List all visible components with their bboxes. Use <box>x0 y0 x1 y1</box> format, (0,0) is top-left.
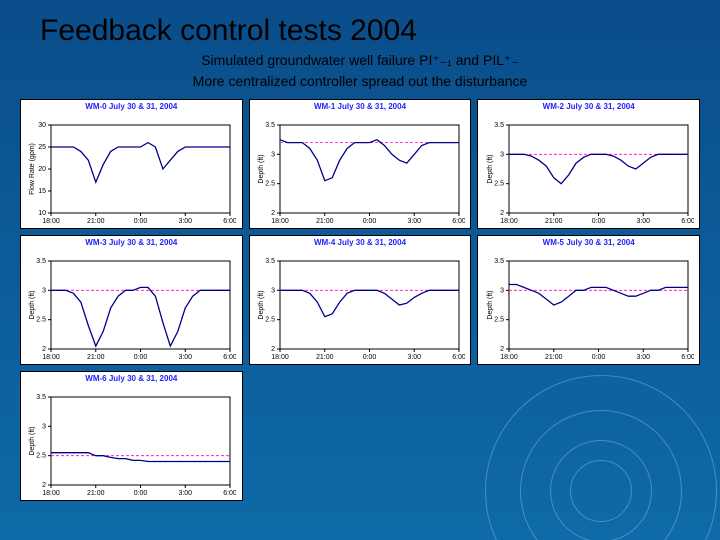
svg-text:18:00: 18:00 <box>500 218 518 225</box>
svg-text:18:00: 18:00 <box>500 354 518 361</box>
svg-text:0:00: 0:00 <box>363 218 377 225</box>
chart-title: WM-4 July 30 & 31, 2004 <box>250 238 471 247</box>
chart-panel-1: WM-1 July 30 & 31, 2004 2 2.5 3 3.5 18:00 21:… <box>249 99 472 229</box>
svg-text:2.5: 2.5 <box>494 317 504 324</box>
svg-text:3:00: 3:00 <box>179 354 193 361</box>
chart-panel-5: WM-5 July 30 & 31, 2004 2 2.5 3 3.5 18:00 21:… <box>477 235 700 365</box>
svg-text:2: 2 <box>271 346 275 353</box>
svg-text:20: 20 <box>39 166 47 173</box>
chart-svg: 10 15 20 25 30 18:00 21:00 0:00 3:00 6:00 Flow Ra… <box>26 111 236 229</box>
chart-svg: 2 2.5 3 3.5 18:00 21:00 0:00 3:00 6:00 Depth (ft… <box>255 247 465 365</box>
svg-text:2: 2 <box>42 346 46 353</box>
svg-text:3: 3 <box>271 287 275 294</box>
svg-text:3: 3 <box>42 287 46 294</box>
chart-panel-2: WM-2 July 30 & 31, 2004 2 2.5 3 3.5 18:00 21:… <box>477 99 700 229</box>
svg-text:15: 15 <box>39 188 47 195</box>
svg-text:2.5: 2.5 <box>494 181 504 188</box>
svg-text:2.5: 2.5 <box>37 317 47 324</box>
svg-text:6:00: 6:00 <box>681 354 694 361</box>
svg-text:3: 3 <box>271 151 275 158</box>
svg-text:Depth (ft): Depth (ft) <box>487 290 494 319</box>
svg-text:2: 2 <box>271 210 275 217</box>
svg-text:0:00: 0:00 <box>363 354 377 361</box>
chart-title: WM-6 July 30 & 31, 2004 <box>21 374 242 383</box>
svg-text:18:00: 18:00 <box>43 354 61 361</box>
subtitle-line1: Simulated groundwater well failure PI⁺₋₁… <box>40 52 680 69</box>
svg-text:3:00: 3:00 <box>179 218 193 225</box>
svg-text:3.5: 3.5 <box>37 394 47 401</box>
svg-text:3:00: 3:00 <box>407 218 421 225</box>
chart-panel-0: WM-0 July 30 & 31, 2004 10 15 20 25 30 18:00 2… <box>20 99 243 229</box>
slide-title: Feedback control tests 2004 <box>40 16 680 46</box>
chart-title: WM-1 July 30 & 31, 2004 <box>250 102 471 111</box>
svg-text:21:00: 21:00 <box>316 218 334 225</box>
chart-grid: WM-0 July 30 & 31, 2004 101520253018:002… <box>0 99 720 501</box>
svg-text:21:00: 21:00 <box>87 218 105 225</box>
svg-text:0:00: 0:00 <box>591 218 605 225</box>
svg-text:3:00: 3:00 <box>179 490 193 497</box>
svg-text:30: 30 <box>39 122 47 129</box>
chart-title: WM-2 July 30 & 31, 2004 <box>478 102 699 111</box>
chart-title: WM-3 July 30 & 31, 2004 <box>21 238 242 247</box>
svg-text:25: 25 <box>39 144 47 151</box>
chart-panel-3: WM-3 July 30 & 31, 2004 2 2.5 3 3.5 18:00 21:… <box>20 235 243 365</box>
svg-text:0:00: 0:00 <box>134 354 148 361</box>
svg-text:Depth (ft): Depth (ft) <box>258 154 265 183</box>
svg-text:21:00: 21:00 <box>87 354 105 361</box>
svg-text:2: 2 <box>500 210 504 217</box>
chart-svg: 2 2.5 3 3.5 18:00 21:00 0:00 3:00 6:00 Depth (ft… <box>26 247 236 365</box>
svg-text:6:00: 6:00 <box>452 218 465 225</box>
svg-text:3:00: 3:00 <box>636 354 650 361</box>
svg-text:3: 3 <box>42 423 46 430</box>
svg-text:2.5: 2.5 <box>265 317 275 324</box>
chart-svg: 2 2.5 3 3.5 18:00 21:00 0:00 3:00 6:00 Depth (ft… <box>255 111 465 229</box>
chart-panel-4: WM-4 July 30 & 31, 2004 2 2.5 3 3.5 18:00 21:… <box>249 235 472 365</box>
chart-svg: 2 2.5 3 3.5 18:00 21:00 0:00 3:00 6:00 Depth (ft… <box>26 383 236 501</box>
svg-text:Depth (ft): Depth (ft) <box>258 290 265 319</box>
svg-text:18:00: 18:00 <box>43 218 61 225</box>
svg-text:3: 3 <box>500 287 504 294</box>
svg-text:3.5: 3.5 <box>265 122 275 129</box>
svg-text:18:00: 18:00 <box>271 218 289 225</box>
svg-text:18:00: 18:00 <box>43 490 61 497</box>
chart-svg: 2 2.5 3 3.5 18:00 21:00 0:00 3:00 6:00 Depth (ft… <box>484 111 694 229</box>
svg-text:6:00: 6:00 <box>452 354 465 361</box>
svg-text:21:00: 21:00 <box>545 354 563 361</box>
svg-text:6:00: 6:00 <box>224 218 237 225</box>
svg-text:6:00: 6:00 <box>224 490 237 497</box>
svg-text:2.5: 2.5 <box>265 181 275 188</box>
svg-text:3.5: 3.5 <box>37 258 47 265</box>
svg-text:Depth (ft): Depth (ft) <box>29 426 36 455</box>
subtitle-line2: More centralized controller spread out t… <box>40 73 680 89</box>
svg-text:21:00: 21:00 <box>87 490 105 497</box>
svg-text:0:00: 0:00 <box>134 490 148 497</box>
chart-panel-6: WM-6 July 30 & 31, 2004 2 2.5 3 3.5 18:00 21:… <box>20 371 243 501</box>
svg-text:0:00: 0:00 <box>134 218 148 225</box>
svg-text:2: 2 <box>500 346 504 353</box>
svg-text:3:00: 3:00 <box>407 354 421 361</box>
svg-text:Depth (ft): Depth (ft) <box>29 290 36 319</box>
svg-text:6:00: 6:00 <box>224 354 237 361</box>
svg-text:2.5: 2.5 <box>37 453 47 460</box>
svg-text:6:00: 6:00 <box>681 218 694 225</box>
svg-text:2: 2 <box>42 482 46 489</box>
svg-text:3.5: 3.5 <box>494 122 504 129</box>
svg-text:3.5: 3.5 <box>265 258 275 265</box>
chart-title: WM-5 July 30 & 31, 2004 <box>478 238 699 247</box>
svg-text:0:00: 0:00 <box>591 354 605 361</box>
svg-text:3:00: 3:00 <box>636 218 650 225</box>
chart-title: WM-0 July 30 & 31, 2004 <box>21 102 242 111</box>
svg-text:Depth (ft): Depth (ft) <box>487 154 494 183</box>
chart-svg: 2 2.5 3 3.5 18:00 21:00 0:00 3:00 6:00 Depth (ft… <box>484 247 694 365</box>
svg-text:Flow Rate (gpm): Flow Rate (gpm) <box>29 143 36 195</box>
svg-text:3: 3 <box>500 151 504 158</box>
svg-text:21:00: 21:00 <box>316 354 334 361</box>
svg-text:18:00: 18:00 <box>271 354 289 361</box>
svg-text:21:00: 21:00 <box>545 218 563 225</box>
svg-text:3.5: 3.5 <box>494 258 504 265</box>
svg-text:10: 10 <box>39 210 47 217</box>
